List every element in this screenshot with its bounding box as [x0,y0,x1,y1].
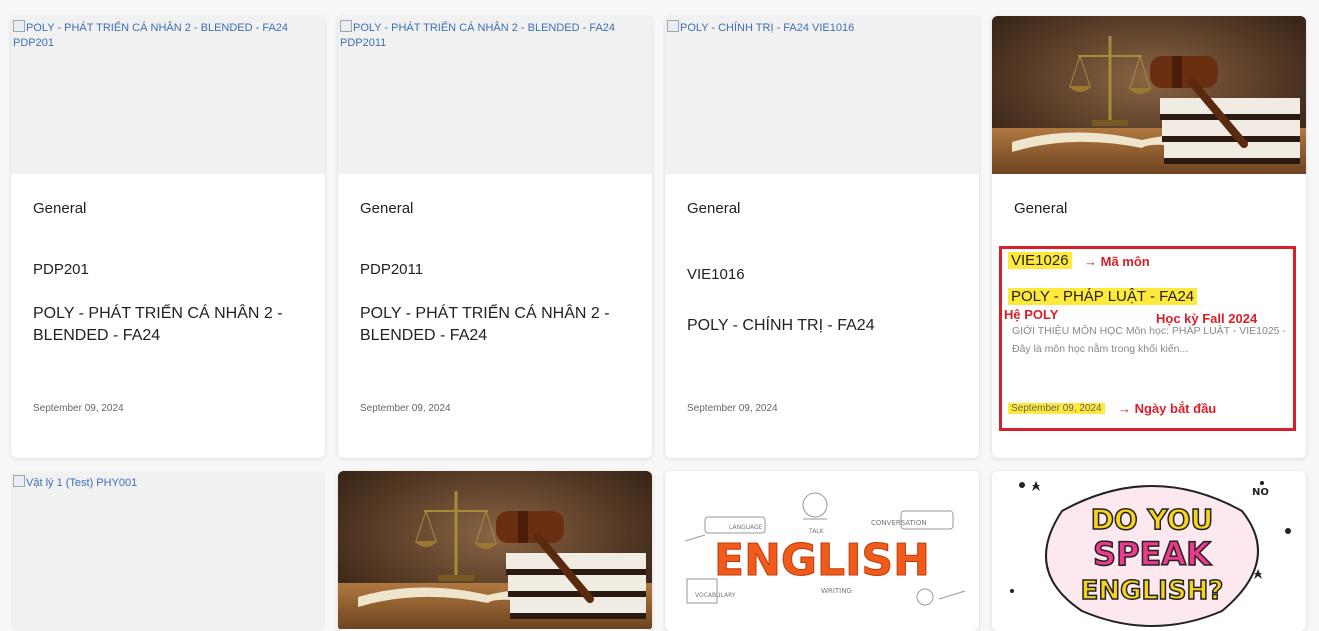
speak-line-2: SPEAK [1093,535,1212,573]
corner-text: NO [1252,487,1269,498]
doodle-word: CONVERSATION [871,519,927,527]
doodle-word: LANGUAGE [729,524,763,531]
course-description: GIỚI THIỆU MÔN HỌC Môn học: PHÁP LUẬT - … [1012,325,1286,355]
course-card-law[interactable] [338,471,652,631]
annotation-start-date: → Ngày bắt đầu [1118,401,1217,416]
course-card-vie1026[interactable]: General VIE1026 → Mã môn POLY - PHÁP LUẬ… [992,16,1306,458]
course-title[interactable]: POLY - PHÁT TRIỂN CÁ NHÂN 2 - BLENDED - … [33,303,313,347]
course-category: General [33,200,87,217]
course-category: General [360,200,414,217]
image-alt-text: POLY - PHÁT TRIỂN CÁ NHÂN 2 - BLENDED - … [340,20,616,49]
course-image-broken[interactable]: POLY - CHÍNH TRỊ - FA24 VIE1016 [665,16,979,174]
doodle-word: TALK [808,528,825,535]
course-card-speak-english[interactable]: NO DO YOU SPEAK ENGLISH? [992,471,1306,631]
speak-line-1: DO YOU [1091,503,1214,536]
law-scales-gavel-image[interactable] [338,471,652,629]
course-start-date: September 09, 2024 [687,403,778,414]
do-you-speak-english-image[interactable]: NO DO YOU SPEAK ENGLISH? [992,471,1306,629]
image-alt-text: POLY - PHÁT TRIỂN CÁ NHÂN 2 - BLENDED - … [13,20,289,49]
course-start-date: September 09, 2024 [360,403,451,414]
course-code: PDP2011 [360,261,424,278]
doodle-word: VOCABULARY [695,592,736,599]
course-title[interactable]: POLY - PHÁT TRIỂN CÁ NHÂN 2 - BLENDED - … [360,303,640,347]
english-wordmark: ENGLISH [714,535,930,586]
law-scales-gavel-image[interactable] [992,16,1306,174]
speak-line-3: ENGLISH? [1081,576,1224,606]
annotation-code: → Mã môn [1084,254,1150,269]
course-start-date: September 09, 2024 [1008,403,1105,414]
broken-image-icon [667,20,679,32]
course-code: PDP201 [33,261,89,278]
doodle-word: WRITING [821,587,852,595]
course-card-english[interactable]: LANGUAGE TALK CONVERSATION WRITING VOCAB… [665,471,979,631]
image-alt-text: POLY - CHÍNH TRỊ - FA24 VIE1016 [667,20,971,36]
course-card-phy001[interactable]: Vật lý 1 (Test) PHY001 [11,471,325,631]
broken-image-icon [340,20,352,32]
course-code: VIE1016 [687,266,745,283]
course-title[interactable]: POLY - CHÍNH TRỊ - FA24 [687,315,967,337]
course-image-broken[interactable]: POLY - PHÁT TRIỂN CÁ NHÂN 2 - BLENDED - … [11,16,325,174]
course-start-date: September 09, 2024 [33,403,124,414]
broken-image-icon [13,20,25,32]
course-card-vie1016[interactable]: POLY - CHÍNH TRỊ - FA24 VIE1016 General … [665,16,979,458]
image-alt-text: Vật lý 1 (Test) PHY001 [13,475,317,491]
english-doodle-image[interactable]: LANGUAGE TALK CONVERSATION WRITING VOCAB… [665,471,979,629]
course-card-pdp2011[interactable]: POLY - PHÁT TRIỂN CÁ NHÂN 2 - BLENDED - … [338,16,652,458]
broken-image-icon [13,475,25,487]
course-category: General [687,200,741,217]
course-title[interactable]: POLY - PHÁP LUẬT - FA24 [1008,288,1198,305]
course-category: General [1014,200,1068,217]
course-image-broken[interactable]: Vật lý 1 (Test) PHY001 [11,471,325,629]
annotation-system: Hệ POLY [1004,307,1059,322]
course-image-broken[interactable]: POLY - PHÁT TRIỂN CÁ NHÂN 2 - BLENDED - … [338,16,652,174]
course-card-pdp201[interactable]: POLY - PHÁT TRIỂN CÁ NHÂN 2 - BLENDED - … [11,16,325,458]
course-code: VIE1026 [1008,252,1072,269]
